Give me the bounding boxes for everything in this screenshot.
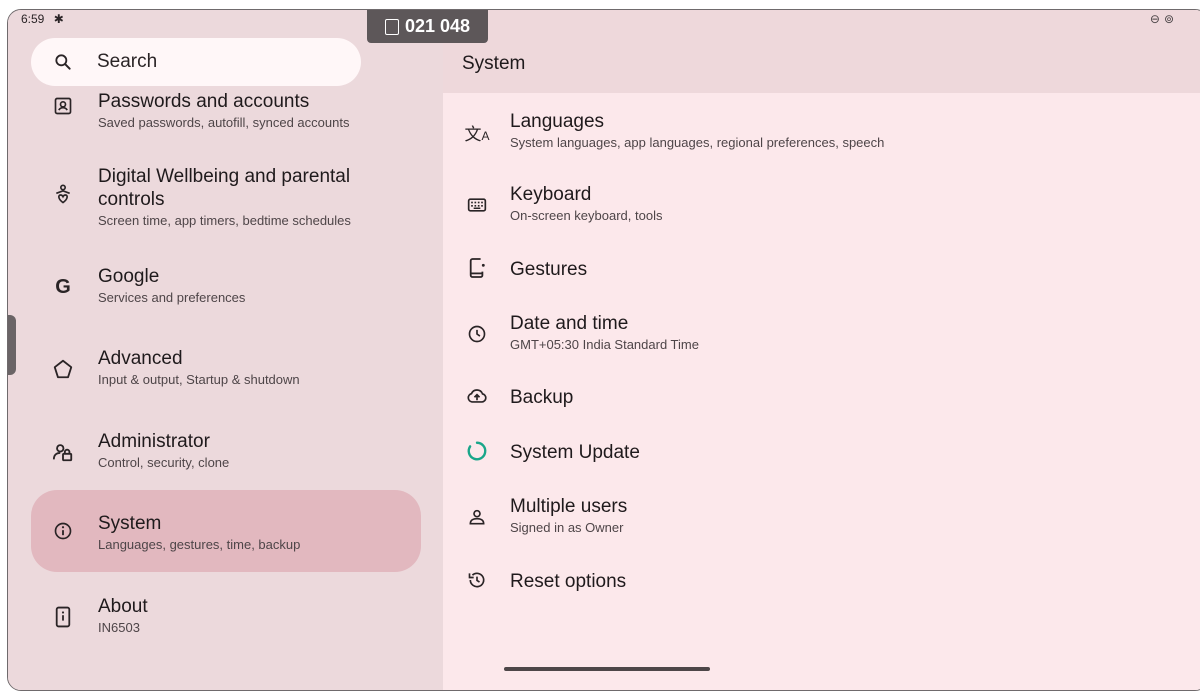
settings-window: 6:59 ✱ Search Passwords and accounts Sav… [7, 9, 1200, 691]
sidebar: 6:59 ✱ Search Passwords and accounts Sav… [8, 10, 443, 690]
search-input[interactable]: Search [97, 51, 157, 73]
settings-item-keyboard[interactable]: Keyboard On-screen keyboard, tools [443, 183, 1200, 227]
sidebar-item-administrator[interactable]: Administrator Control, security, clone [31, 430, 421, 474]
sidebar-item-title: Passwords and accounts [98, 91, 310, 112]
cloud-upload-icon [465, 384, 489, 408]
do-not-disturb-icon: ⊖ [1149, 12, 1164, 26]
settings-item-backup[interactable]: Backup [443, 384, 1200, 412]
status-icons: ⊖⊚ [1150, 12, 1178, 26]
keyboard-icon [465, 193, 489, 217]
settings-item-date-time[interactable]: Date and time GMT+05:30 India Standard T… [443, 312, 1200, 356]
gesture-nav-bar[interactable] [504, 667, 710, 671]
about-device-icon [51, 605, 75, 629]
settings-item-title: Languages [510, 111, 605, 132]
settings-item-title: Multiple users [510, 496, 628, 517]
info-icon [51, 519, 75, 543]
settings-item-title: Keyboard [510, 184, 592, 205]
sidebar-item-title: Advanced [98, 348, 183, 369]
page-title: System [462, 53, 526, 74]
sidebar-item-subtitle: Input & output, Startup & shutdown [98, 372, 300, 387]
sidebar-item-subtitle: Saved passwords, autofill, synced accoun… [98, 115, 350, 130]
sidebar-item-system[interactable]: System Languages, gestures, time, backup [31, 490, 421, 572]
clock-icon [465, 322, 489, 346]
search-bar[interactable]: Search [31, 38, 361, 86]
settings-item-subtitle: On-screen keyboard, tools [510, 208, 663, 223]
gear-icon: ✱ [53, 12, 64, 26]
settings-item-title: Date and time [510, 313, 629, 334]
settings-item-multiple-users[interactable]: Multiple users Signed in as Owner [443, 495, 1200, 539]
sidebar-item-subtitle: IN6503 [98, 620, 140, 635]
settings-item-title: System Update [510, 442, 640, 463]
settings-item-subtitle: GMT+05:30 India Standard Time [510, 337, 699, 352]
notification-pill[interactable]: 021 048 [367, 10, 488, 43]
hotspot-icon: ⊚ [1163, 12, 1178, 26]
sidebar-item-passwords[interactable]: Passwords and accounts Saved passwords, … [31, 90, 421, 140]
sidebar-item-title: About [98, 596, 148, 617]
sidebar-item-subtitle: Languages, gestures, time, backup [98, 537, 301, 552]
status-time: 6:59 ✱ [21, 12, 64, 26]
sidebar-item-subtitle: Control, security, clone [98, 455, 230, 470]
settings-item-title: Backup [510, 387, 574, 408]
sidebar-item-title-line2: controls [98, 189, 165, 210]
history-icon [465, 568, 489, 592]
settings-item-subtitle: System languages, app languages, regiona… [510, 135, 885, 150]
search-icon [55, 54, 71, 70]
settings-item-reset-options[interactable]: Reset options [443, 568, 1200, 596]
wellbeing-icon [51, 183, 75, 207]
sidebar-item-google[interactable]: G Google Services and preferences [31, 265, 421, 309]
sidebar-item-subtitle: Screen time, app timers, bedtime schedul… [98, 213, 351, 228]
pane-header: System [443, 10, 1200, 93]
settings-item-system-update[interactable]: System Update [443, 439, 1200, 467]
translate-icon: 文A [464, 124, 490, 144]
settings-item-title: Gestures [510, 259, 588, 280]
sidebar-item-title: Google [98, 266, 160, 287]
sidebar-item-subtitle: Services and preferences [98, 290, 246, 305]
settings-item-subtitle: Signed in as Owner [510, 520, 624, 535]
settings-item-languages[interactable]: 文A Languages System languages, app langu… [443, 110, 1200, 154]
notification-pill-text: 021 048 [404, 16, 471, 36]
google-icon: G [55, 275, 71, 298]
settings-item-gestures[interactable]: Gestures [443, 256, 1200, 284]
settings-item-title: Reset options [510, 571, 627, 592]
sidebar-item-advanced[interactable]: Advanced Input & output, Startup & shutd… [31, 347, 421, 391]
sidebar-item-title: System [98, 513, 162, 534]
sidebar-item-about[interactable]: About IN6503 [31, 595, 421, 639]
update-icon [465, 439, 489, 463]
gestures-icon [465, 256, 489, 280]
account-box-icon [51, 94, 75, 118]
status-time-text: 6:59 [21, 12, 45, 26]
advanced-icon [51, 357, 75, 381]
system-settings-pane: System 文A Languages System languages, ap… [443, 10, 1200, 690]
person-icon [465, 505, 489, 529]
sidebar-item-title: Digital Wellbeing and parental [98, 166, 351, 187]
side-panel-handle[interactable] [8, 315, 16, 375]
sidebar-item-title: Administrator [98, 431, 210, 452]
admin-icon [51, 440, 75, 464]
sidebar-item-digital-wellbeing[interactable]: Digital Wellbeing and parental controls … [31, 165, 421, 231]
message-icon [384, 18, 399, 35]
